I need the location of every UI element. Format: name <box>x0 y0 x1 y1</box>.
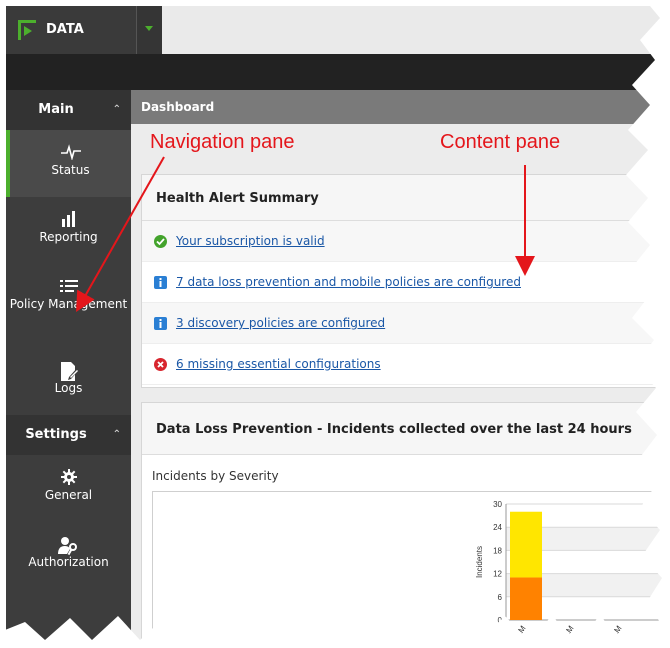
alert-link[interactable]: 7 data loss prevention and mobile polici… <box>176 275 521 289</box>
sidebar-item-logs[interactable]: Logs <box>6 348 131 415</box>
log-edit-icon <box>6 348 131 381</box>
bar <box>510 577 542 620</box>
sidebar-item-reporting[interactable]: Reporting <box>6 197 131 264</box>
sidebar-item-label: Status <box>51 163 90 177</box>
chevron-up-icon: ⌃ <box>112 104 121 115</box>
panel-title: Data Loss Prevention - Incidents collect… <box>156 422 632 437</box>
x-tick-label: 7-11 AM <box>600 624 624 648</box>
panel-header: Data Loss Prevention - Incidents collect… <box>142 403 669 455</box>
list-item: Your subscription is valid <box>142 221 669 262</box>
y-axis-label: Incidents <box>475 546 484 578</box>
chevron-up-icon: ⌃ <box>112 429 121 440</box>
product-dropdown-button[interactable] <box>136 6 162 54</box>
sidebar-item-label: General <box>44 488 93 502</box>
panel-header: Health Alert Summary <box>142 175 669 221</box>
section-label: Settings <box>25 427 87 442</box>
sidebar-item-label: Policy Management <box>9 297 128 311</box>
y-tick-label: 18 <box>493 546 502 555</box>
list-item: 3 discovery policies are configured <box>142 303 669 344</box>
sidebar-item-label: Reporting <box>39 230 98 244</box>
y-tick-label: 6 <box>498 593 503 602</box>
annotation-navigation-pane: Navigation pane <box>150 131 295 153</box>
top-bar: DATA <box>6 6 670 54</box>
gear-icon <box>6 455 131 485</box>
info-icon <box>154 317 167 330</box>
toolbar <box>6 54 670 90</box>
alert-list: Your subscription is valid 7 data loss p… <box>142 221 669 385</box>
list-item: 6 missing essential configurations <box>142 344 669 385</box>
app-window: DATA Main ⌃ Status Reporting Policy Mana… <box>6 6 670 648</box>
sidebar-item-label: Authorization <box>28 555 109 569</box>
error-icon <box>154 358 167 371</box>
sidebar-item-authorization[interactable]: Authorization <box>6 522 131 589</box>
chart-area: 0 6 12 18 24 30 Incidents 11-3 AM 3-7 AM 7-11 AM 1… <box>152 491 670 648</box>
chevron-down-icon <box>145 26 153 31</box>
panel-title: Health Alert Summary <box>156 191 319 206</box>
sidebar-item-status[interactable]: Status <box>6 130 131 197</box>
incidents-chart: 0 6 12 18 24 30 Incidents 11-3 AM 3-7 AM 7-11 AM 1… <box>475 500 670 648</box>
x-tick-label: 11-3 PM <box>647 624 670 648</box>
check-circle-icon <box>154 235 167 248</box>
section-main[interactable]: Main ⌃ <box>6 90 131 130</box>
alert-link[interactable]: 3 discovery policies are configured <box>176 316 385 330</box>
user-key-icon <box>6 522 131 556</box>
dlp-panel: Data Loss Prevention - Incidents collect… <box>141 402 670 648</box>
annotation-content-pane: Content pane <box>440 131 561 153</box>
navigation-pane: Main ⌃ Status Reporting Policy Managemen… <box>6 90 131 648</box>
brand-title: DATA <box>46 22 84 37</box>
section-label: Main <box>38 102 74 117</box>
sidebar-item-label: Logs <box>54 381 83 395</box>
x-tick-label: 3-7 AM <box>554 624 576 648</box>
x-tick-label: 11-3 AM <box>504 624 528 648</box>
content-pane: Dashboard Health Alert Summary Your subs… <box>131 90 670 648</box>
sidebar-item-policy-management[interactable]: Policy Management <box>6 264 131 348</box>
y-tick-label: 30 <box>493 500 502 509</box>
alert-link[interactable]: Your subscription is valid <box>176 234 325 248</box>
y-tick-label: 24 <box>493 523 502 532</box>
breadcrumb: Dashboard <box>131 90 670 124</box>
logo-icon <box>18 20 36 40</box>
info-icon <box>154 276 167 289</box>
page-title: Dashboard <box>141 100 215 114</box>
bar-chart-icon <box>6 197 131 227</box>
y-tick-label: 0 <box>498 616 503 625</box>
brand: DATA <box>6 6 136 54</box>
bar <box>510 511 542 578</box>
pulse-icon <box>10 130 131 161</box>
chart-subtitle: Incidents by Severity <box>152 469 279 483</box>
y-tick-label: 12 <box>493 570 502 579</box>
section-settings[interactable]: Settings ⌃ <box>6 415 131 455</box>
alert-link[interactable]: 6 missing essential configurations <box>176 357 381 371</box>
health-alert-panel: Health Alert Summary Your subscription i… <box>141 174 670 388</box>
sidebar-item-general[interactable]: General <box>6 455 131 522</box>
list-item: 7 data loss prevention and mobile polici… <box>142 262 669 303</box>
list-icon <box>6 264 131 292</box>
